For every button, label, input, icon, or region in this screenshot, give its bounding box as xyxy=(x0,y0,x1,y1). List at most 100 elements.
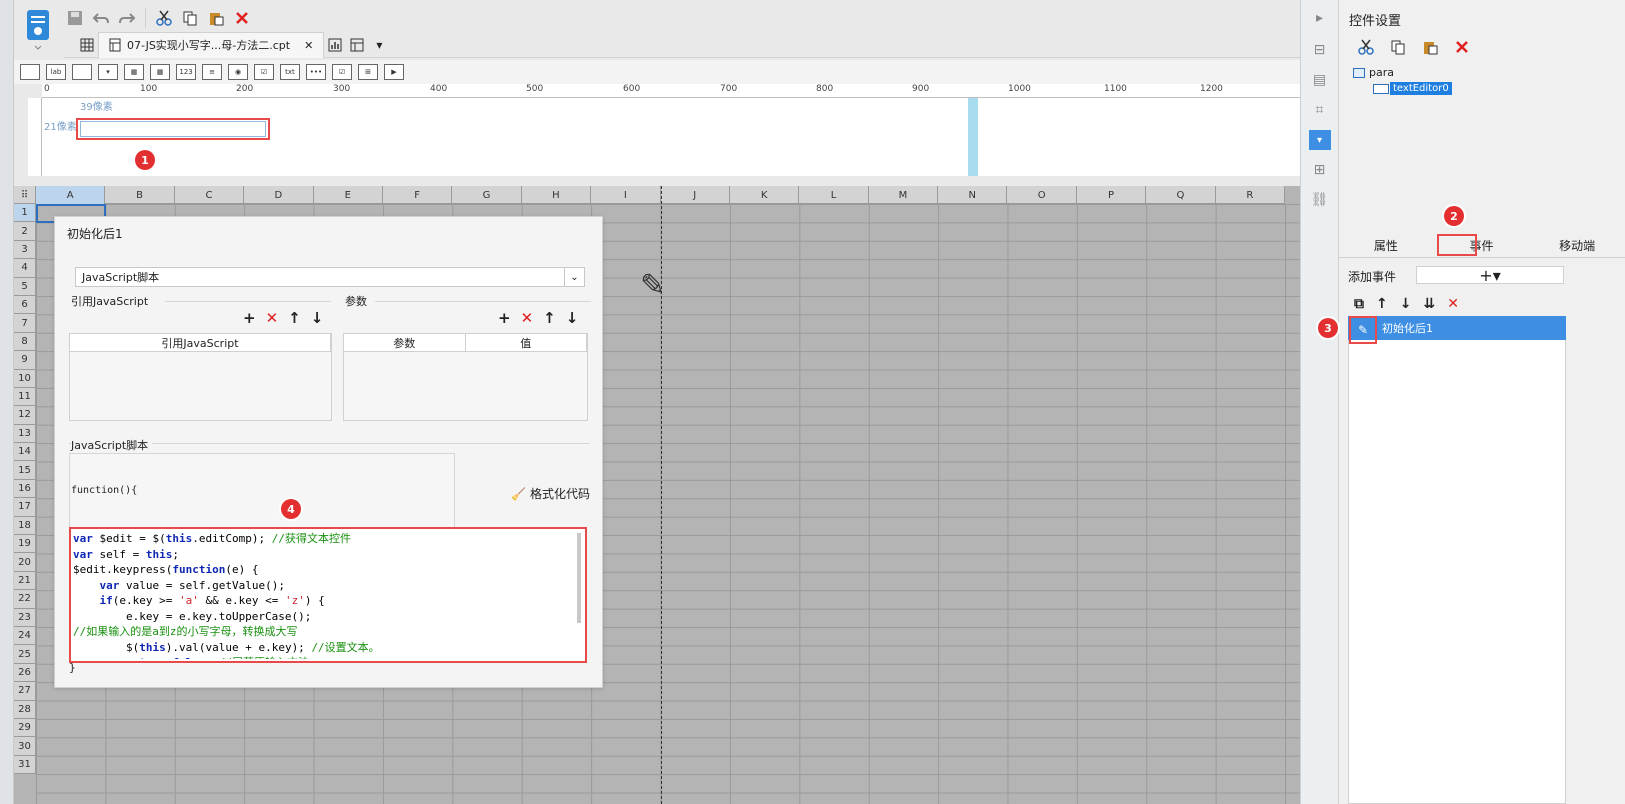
paste-icon[interactable] xyxy=(1419,36,1441,58)
link-icon[interactable]: ⛓ xyxy=(1309,190,1331,210)
move-down-icon[interactable]: ↓ xyxy=(566,309,579,327)
move-down-icon[interactable]: ↓ xyxy=(311,309,324,327)
row-header[interactable]: 13 xyxy=(14,424,36,444)
row-header[interactable]: 28 xyxy=(14,700,36,719)
row-header[interactable]: 25 xyxy=(14,645,36,664)
row-header[interactable]: 29 xyxy=(14,718,36,738)
ref-js-table[interactable]: 引用JavaScript xyxy=(69,333,332,421)
column-header[interactable]: F xyxy=(383,186,453,204)
radio-group-widget-icon[interactable]: ◉ xyxy=(228,64,248,80)
column-header[interactable]: N xyxy=(938,186,1008,204)
checkbox-widget-icon[interactable]: ☑ xyxy=(332,64,352,80)
tab-properties[interactable]: 属性 xyxy=(1338,234,1434,257)
add-tab-icon[interactable]: ▾ xyxy=(368,34,390,56)
copy-icon[interactable]: ⧉ xyxy=(1354,296,1364,312)
cut-icon[interactable] xyxy=(153,7,175,29)
edit-event-icon[interactable]: ✎ xyxy=(1349,316,1377,344)
column-header[interactable]: B xyxy=(105,186,175,204)
row-header[interactable]: 21 xyxy=(14,571,36,591)
format-code-button[interactable]: 🧹 格式化代码 xyxy=(511,485,590,502)
designer-logo-icon[interactable] xyxy=(18,6,58,52)
tab-file[interactable]: 07-JS实现小写字...母-方法二.cpt ✕ xyxy=(98,31,325,58)
column-header[interactable]: P xyxy=(1077,186,1147,204)
row-header[interactable]: 19 xyxy=(14,535,36,554)
add-icon[interactable]: + xyxy=(498,309,511,327)
row-header[interactable]: 18 xyxy=(14,516,36,536)
row-header[interactable]: 27 xyxy=(14,682,36,701)
crop-icon[interactable]: ⌗ xyxy=(1309,100,1331,120)
redo-icon[interactable] xyxy=(116,7,138,29)
column-header[interactable]: R xyxy=(1216,186,1286,204)
label-widget-icon[interactable] xyxy=(20,64,40,80)
column-header[interactable]: L xyxy=(799,186,869,204)
text-widget-icon[interactable]: txt xyxy=(280,64,300,80)
row-header[interactable]: 4 xyxy=(14,259,36,278)
tree-widget-icon[interactable]: ⊞ xyxy=(358,64,378,80)
save-icon[interactable] xyxy=(64,7,86,29)
column-header[interactable]: K xyxy=(730,186,800,204)
column-header[interactable]: E xyxy=(314,186,383,204)
column-header[interactable]: M xyxy=(869,186,939,204)
left-collapse-strip[interactable] xyxy=(0,0,14,804)
combobox-widget-icon[interactable]: ▾ xyxy=(98,64,118,80)
column-header[interactable]: A xyxy=(36,186,106,204)
column-header[interactable]: D xyxy=(244,186,314,204)
more-widgets-icon[interactable]: ▶ xyxy=(384,64,404,80)
tab-mobile[interactable]: 移动端 xyxy=(1529,234,1625,257)
row-header[interactable]: 9 xyxy=(14,351,36,370)
undo-icon[interactable] xyxy=(90,7,112,29)
column-header[interactable]: H xyxy=(522,186,592,204)
row-header[interactable]: 11 xyxy=(14,387,36,407)
grid-view-icon[interactable] xyxy=(76,34,98,56)
column-header[interactable]: O xyxy=(1007,186,1077,204)
event-item[interactable]: 初始化后1 xyxy=(1348,316,1566,340)
chevron-down-icon[interactable]: ⌄ xyxy=(564,268,584,286)
row-header[interactable]: 7 xyxy=(14,314,36,333)
row-header[interactable]: 2 xyxy=(14,222,36,241)
code-editor[interactable]: var $edit = $(this.editComp); //获得文本控件 v… xyxy=(73,531,579,659)
row-header[interactable]: 20 xyxy=(14,553,36,572)
row-header[interactable]: 24 xyxy=(14,626,36,646)
delete-icon[interactable]: ✕ xyxy=(521,309,534,327)
delete-icon[interactable] xyxy=(1451,36,1473,58)
checkbox-group-widget-icon[interactable]: ☑ xyxy=(254,64,274,80)
param-table[interactable]: 参数 值 xyxy=(343,333,588,421)
password-widget-icon[interactable]: ••• xyxy=(306,64,326,80)
delete-icon[interactable]: ✕ xyxy=(1447,296,1459,312)
column-header[interactable]: G xyxy=(452,186,522,204)
add-event-button[interactable]: +▾ xyxy=(1416,266,1564,285)
move-bottom-icon[interactable]: ⇊ xyxy=(1423,296,1435,312)
delete-icon[interactable] xyxy=(231,7,253,29)
cut-icon[interactable] xyxy=(1355,36,1377,58)
close-tab-icon[interactable]: ✕ xyxy=(304,39,313,52)
delete-icon[interactable]: ✕ xyxy=(266,309,279,327)
select-all-corner[interactable]: ⠿ xyxy=(14,186,36,204)
template-icon[interactable] xyxy=(346,34,368,56)
move-down-icon[interactable]: ↓ xyxy=(1400,296,1412,312)
row-header[interactable]: 22 xyxy=(14,590,36,609)
move-up-icon[interactable]: ↑ xyxy=(543,309,556,327)
template-icon[interactable]: ▤ xyxy=(1309,70,1331,90)
row-header[interactable]: 10 xyxy=(14,369,36,388)
row-header[interactable]: 8 xyxy=(14,332,36,352)
column-header[interactable]: J xyxy=(661,186,730,204)
row-header[interactable]: 5 xyxy=(14,277,36,296)
copy-icon[interactable] xyxy=(179,7,201,29)
row-header[interactable]: 1 xyxy=(14,204,36,223)
chart-view-icon[interactable] xyxy=(324,34,346,56)
layout-icon[interactable]: ⊟ xyxy=(1309,40,1331,60)
copy-icon[interactable] xyxy=(1387,36,1409,58)
column-header[interactable]: C xyxy=(175,186,245,204)
move-up-icon[interactable]: ↑ xyxy=(288,309,301,327)
textbox-widget-icon[interactable]: lab xyxy=(46,64,66,80)
button-widget-icon[interactable] xyxy=(72,64,92,80)
row-header[interactable]: 16 xyxy=(14,479,36,499)
tree-root-item[interactable]: para xyxy=(1353,66,1394,79)
move-up-icon[interactable]: ↑ xyxy=(1376,296,1388,312)
code-scrollbar[interactable] xyxy=(577,533,581,623)
column-header[interactable]: Q xyxy=(1146,186,1216,204)
row-header[interactable]: 23 xyxy=(14,608,36,627)
row-header[interactable]: 26 xyxy=(14,663,36,683)
row-header[interactable]: 3 xyxy=(14,240,36,260)
widget-settings-icon[interactable]: ▾ xyxy=(1308,130,1331,150)
